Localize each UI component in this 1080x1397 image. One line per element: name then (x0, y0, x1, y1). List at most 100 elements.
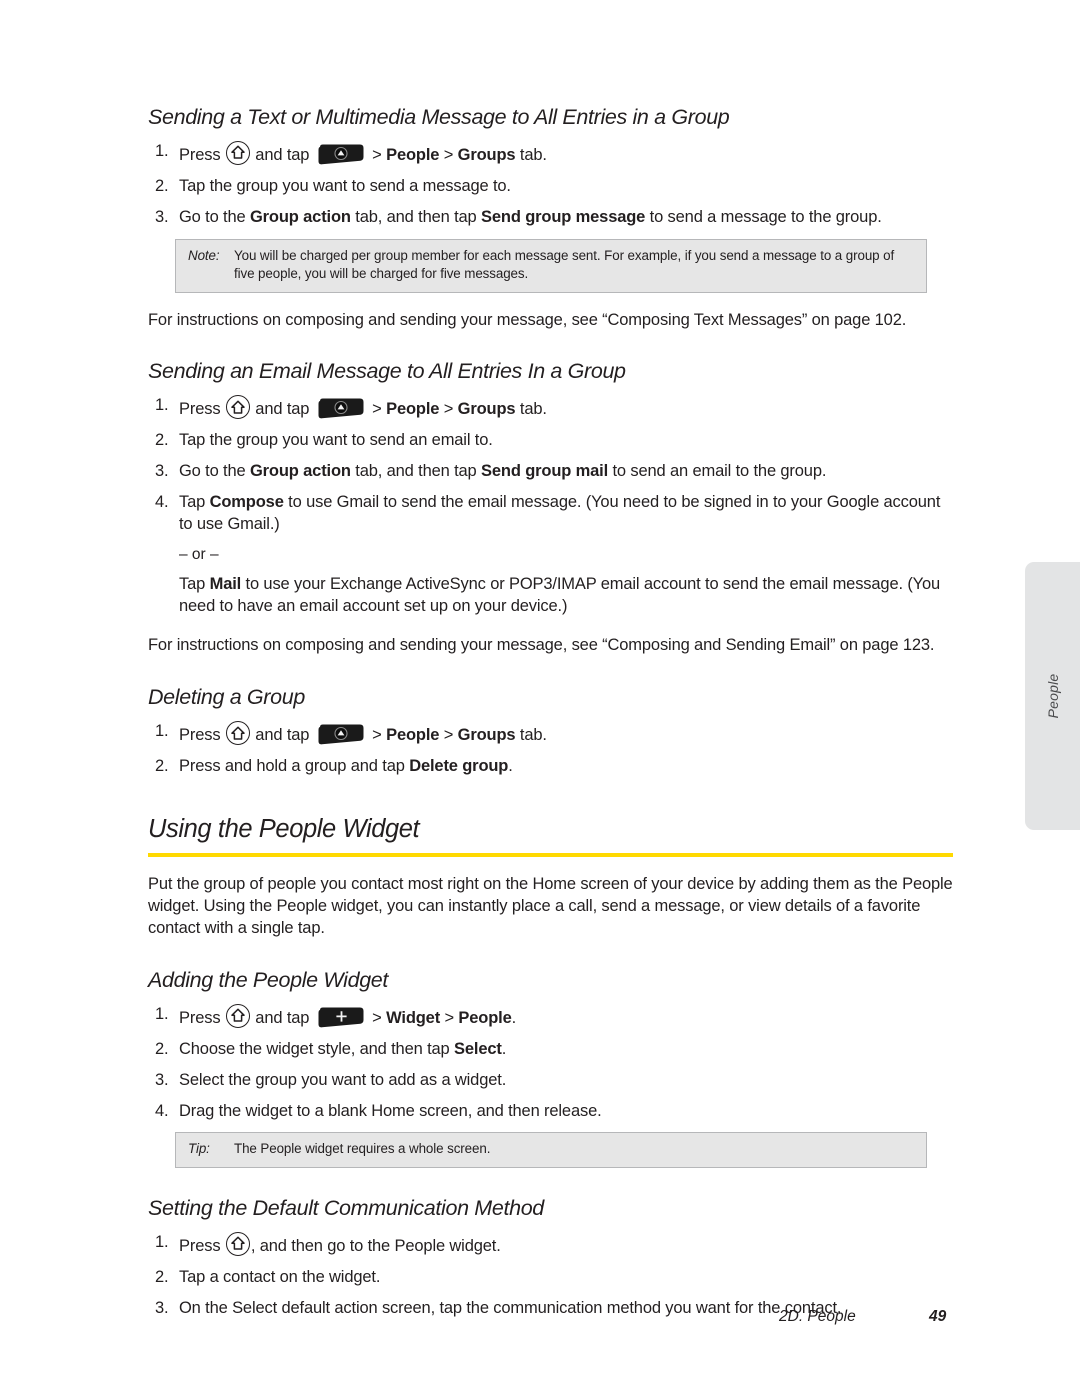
list-item: Press and tap > People > Groups tab. (155, 721, 953, 747)
list-item: Tap the group you want to send a message… (155, 176, 953, 198)
note-text: You will be charged per group member for… (234, 247, 895, 282)
step-text-mid: and tap (250, 1008, 314, 1027)
step-text-sep2: > (439, 400, 458, 419)
or-separator: – or – (179, 545, 219, 563)
step-text-mid: and tap (250, 726, 314, 745)
footer-chapter-label: 2D. People (779, 1308, 856, 1325)
list-item: Drag the widget to a blank Home screen, … (155, 1101, 953, 1123)
accent-rule (148, 853, 953, 858)
step-text-post: to send a message to the group. (645, 207, 882, 226)
alt-text-pre: Tap (179, 575, 210, 594)
step-text-post: . (508, 756, 513, 775)
step-text-sep1: > (367, 726, 387, 745)
step-alternative: Tap Mail to use your Exchange ActiveSync… (179, 574, 953, 618)
tip-callout: Tip: The People widget requires a whole … (175, 1132, 927, 1168)
step-text-pre: Go to the (179, 207, 250, 226)
step-bold-people: People (458, 1008, 512, 1027)
step-bold-send-group-mail: Send group mail (481, 462, 609, 481)
step-text-prefix: Press (179, 1008, 225, 1027)
step-bold-groups: Groups (457, 400, 516, 419)
step-text-post: to use Gmail to send the email message. … (179, 493, 941, 533)
page-content: Sending a Text or Multimedia Message to … (148, 105, 953, 1329)
list-item: Choose the widget style, and then tap Se… (155, 1039, 953, 1061)
home-button-icon (225, 1231, 250, 1256)
step-text-mid: and tap (250, 400, 314, 419)
step-text-prefix: Press (179, 726, 225, 745)
list-item: Press and tap > Widget > People. (155, 1003, 953, 1030)
footer-page-number: 49 (929, 1308, 947, 1325)
tip-text: The People widget requires a whole scree… (234, 1141, 491, 1157)
step-text-mid: tab, and then tap (350, 207, 482, 226)
step-bold-people: People (386, 726, 440, 745)
step-bold-groups: Groups (457, 145, 516, 164)
list-item: Tap a contact on the widget. (155, 1267, 953, 1289)
step-text: On the Select default action screen, tap… (179, 1298, 842, 1317)
heading-sending-text-mms: Sending a Text or Multimedia Message to … (148, 105, 730, 129)
list-item: Tap Compose to use Gmail to send the ema… (155, 492, 953, 618)
step-bold-delete-group: Delete group (409, 756, 509, 775)
step-bold-group-action: Group action (249, 207, 351, 226)
list-item: Press and tap > People > Groups tab. (155, 395, 953, 421)
step-text-suffix: tab. (515, 726, 547, 745)
steps-default-communication: Press , and then go to the People widget… (148, 1231, 953, 1320)
closing-paragraph-email: For instructions on composing and sendin… (148, 636, 935, 655)
step-text-pre: Tap (179, 493, 210, 511)
step-text-sep2: > (439, 726, 458, 745)
list-item: Press and tap > People > Groups tab. (155, 140, 953, 167)
step-text-sep2: > (440, 1008, 459, 1027)
list-item: Tap the group you want to send an email … (155, 430, 953, 452)
step-bold-widget: Widget (386, 1008, 441, 1027)
step-bold-compose: Compose (209, 493, 284, 511)
step-text-mid: and tap (250, 145, 314, 164)
step-bold-people: People (386, 400, 440, 419)
steps-deleting-group: Press and tap > People > Groups tab. Pre… (148, 721, 953, 778)
steps-sending-text-mms: Press and tap > People > Groups tab. Tap… (148, 140, 953, 229)
home-button-icon (225, 395, 250, 420)
steps-adding-widget: Press and tap > Widget > People. Choose … (148, 1003, 953, 1123)
home-button-icon (225, 1003, 250, 1028)
step-text: Tap the group you want to send a message… (179, 176, 511, 195)
launcher-bar-icon (316, 398, 365, 419)
heading-deleting-group: Deleting a Group (148, 685, 305, 710)
closing-paragraph-text-mms: For instructions on composing and sendin… (148, 310, 907, 329)
step-bold-group-action: Group action (249, 462, 351, 481)
heading-using-people-widget: Using the People Widget (148, 814, 420, 843)
launcher-bar-icon (316, 144, 365, 165)
intro-paragraph-using-widget: Put the group of people you contact most… (148, 875, 953, 938)
heading-adding-people-widget: Adding the People Widget (148, 968, 389, 993)
home-button-icon (225, 721, 250, 746)
step-text-sep1: > (367, 1008, 387, 1027)
steps-sending-email: Press and tap > People > Groups tab. Tap… (148, 395, 953, 618)
add-widget-bar-icon (316, 1007, 365, 1028)
step-text-sep1: > (367, 400, 387, 419)
step-text: Tap the group you want to send an email … (179, 431, 493, 450)
step-text-sep1: > (367, 145, 387, 164)
step-text-prefix: Press (179, 1236, 225, 1255)
step-bold-select: Select (454, 1039, 502, 1058)
list-item: Press and hold a group and tap Delete gr… (155, 756, 953, 778)
list-item: Press , and then go to the People widget… (155, 1231, 953, 1258)
tip-label: Tip: (188, 1141, 210, 1157)
step-text-pre: Press and hold a group and tap (179, 756, 410, 775)
step-text-mid: tab, and then tap (350, 462, 482, 481)
heading-sending-email: Sending an Email Message to All Entries … (148, 359, 626, 384)
note-callout: Note: You will be charged per group memb… (175, 238, 927, 293)
step-text-pre: Go to the (179, 462, 250, 481)
step-bold-send-group-message: Send group message (481, 207, 646, 226)
heading-default-communication-method: Setting the Default Communication Method (148, 1195, 544, 1220)
home-button-icon (225, 140, 250, 165)
step-text-suffix: , and then go to the People widget. (250, 1236, 501, 1255)
list-item: Go to the Group action tab, and then tap… (155, 207, 953, 229)
step-text: Tap a contact on the widget. (179, 1267, 381, 1286)
document-page: People Sending a Text or Multimedia Mess… (0, 0, 1080, 1397)
list-item: Go to the Group action tab, and then tap… (155, 461, 953, 483)
alt-text-post: to use your Exchange ActiveSync or POP3/… (179, 575, 941, 616)
step-text-post: . (501, 1039, 507, 1058)
step-text: Select the group you want to add as a wi… (179, 1070, 507, 1089)
step-text-post: to send an email to the group. (608, 462, 827, 481)
step-bold-mail: Mail (209, 575, 242, 594)
step-text-suffix: tab. (515, 400, 547, 419)
launcher-bar-icon (316, 724, 365, 745)
step-bold-people: People (386, 145, 440, 164)
side-thumb-tab: People (1025, 562, 1080, 830)
